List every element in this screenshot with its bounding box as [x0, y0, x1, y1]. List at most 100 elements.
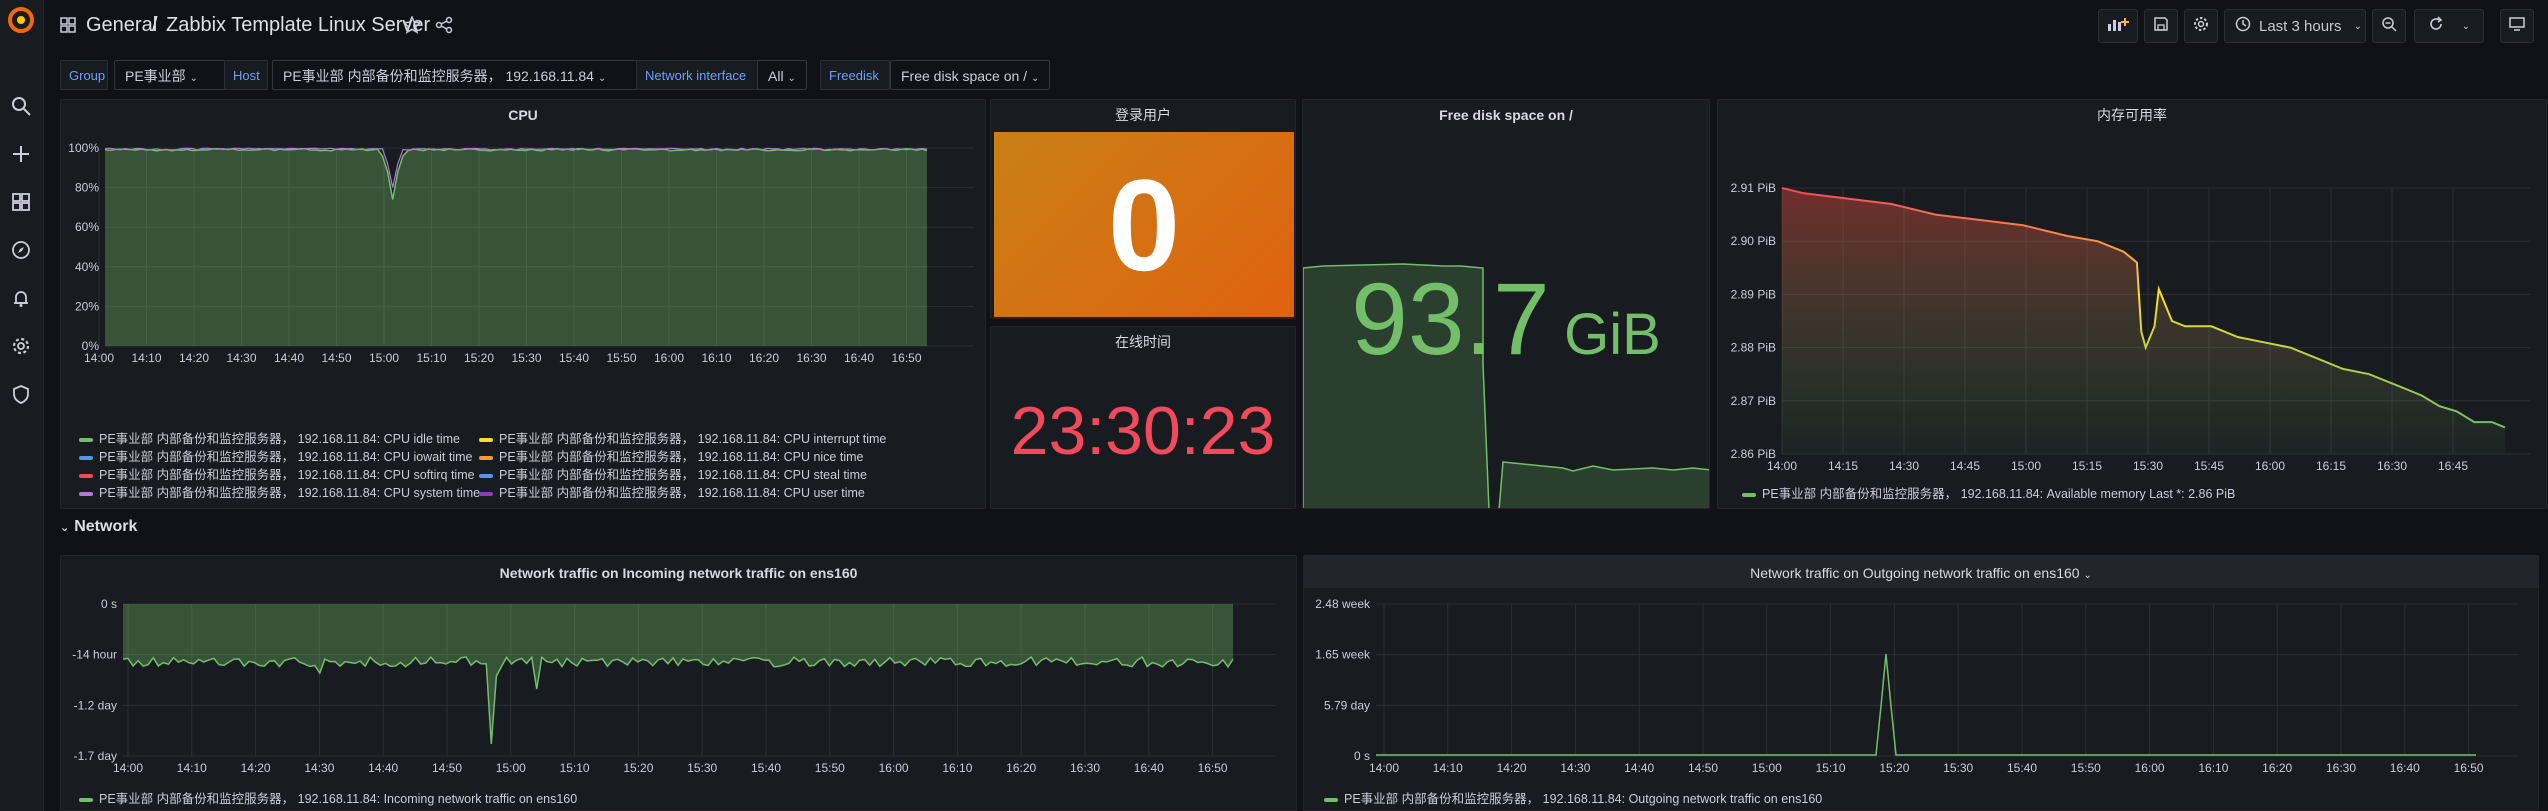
x-tick-label: 16:30	[796, 351, 826, 365]
x-tick-label: 16:30	[2326, 761, 2356, 775]
y-tick-label: -1.7 day	[74, 749, 117, 763]
legend-swatch	[479, 491, 493, 496]
explore-icon[interactable]	[10, 239, 32, 261]
legend-item[interactable]: PE事业部 内部备份和监控服务器， 192.168.11.84: CPU use…	[479, 482, 865, 501]
legend-item[interactable]: PE事业部 内部备份和监控服务器， 192.168.11.84: CPU sof…	[79, 464, 475, 483]
row-network[interactable]: ⌄ Network	[60, 518, 137, 536]
var-select-host[interactable]: PE事业部 内部备份和监控服务器， 192.168.11.84 ⌄	[272, 60, 680, 90]
memory-legend[interactable]: PE事业部 内部备份和监控服务器， 192.168.11.84: Availab…	[1742, 483, 2235, 502]
tv-mode-button[interactable]	[2500, 9, 2534, 43]
y-tick-label: 20%	[75, 299, 99, 313]
panel-title: CPU	[508, 107, 538, 123]
x-tick-label: 15:20	[1879, 761, 1909, 775]
dashboard-settings-button[interactable]	[2184, 9, 2218, 43]
y-tick-label: 0 s	[101, 597, 117, 611]
x-tick-label: 14:00	[84, 351, 114, 365]
panel-title: 登录用户	[1115, 107, 1171, 123]
legend-item[interactable]: PE事业部 内部备份和监控服务器， 192.168.11.84: CPU iow…	[79, 446, 473, 465]
panel-network-incoming[interactable]: Network traffic on Incoming network traf…	[60, 555, 1297, 811]
panel-title: 在线时间	[1115, 334, 1171, 350]
panel-cpu[interactable]: CPU 100% 80% 60% 40% 20% 0% 14:00 14:10 14:20 14:…	[60, 99, 986, 509]
x-tick-label: 16:20	[2262, 761, 2292, 775]
save-dashboard-button[interactable]	[2144, 9, 2178, 43]
legend-label: PE事业部 内部备份和监控服务器， 192.168.11.84: Incomin…	[99, 792, 578, 806]
x-tick-label: 16:30	[1070, 761, 1100, 775]
gear-icon	[2193, 16, 2209, 37]
panel-free-disk[interactable]: Free disk space on / 93.7 GiB	[1302, 99, 1710, 509]
share-icon[interactable]	[435, 16, 453, 39]
netout-legend[interactable]: PE事业部 内部备份和监控服务器， 192.168.11.84: Outgoin…	[1324, 788, 1822, 807]
x-tick-label: 14:45	[1950, 459, 1980, 473]
legend-swatch	[79, 437, 93, 442]
legend-label: PE事业部 内部备份和监控服务器， 192.168.11.84: CPU use…	[499, 486, 865, 500]
breadcrumb-folder[interactable]: General	[86, 14, 157, 37]
legend-swatch	[79, 473, 93, 478]
x-tick-label: 15:30	[511, 351, 541, 365]
stat-value-group: 93.7 GiB	[1303, 268, 1709, 370]
x-tick-label: 15:40	[751, 761, 781, 775]
star-icon[interactable]	[402, 15, 422, 39]
refresh-button-group[interactable]: ⌄	[2414, 9, 2484, 43]
netin-legend[interactable]: PE事业部 内部备份和监控服务器， 192.168.11.84: Incomin…	[79, 788, 577, 807]
legend-item[interactable]: PE事业部 内部备份和监控服务器， 192.168.11.84: CPU idl…	[79, 428, 460, 447]
y-tick-label: 40%	[75, 260, 99, 274]
stat-unit: GiB	[1564, 302, 1661, 367]
x-tick-label: 15:20	[623, 761, 653, 775]
y-tick-label: 2.87 PiB	[1731, 394, 1776, 408]
panel-logged-in-users[interactable]: 登录用户 0	[990, 99, 1296, 319]
legend-swatch	[79, 455, 93, 460]
refresh-icon[interactable]	[2428, 15, 2444, 37]
settings-icon[interactable]	[10, 335, 32, 357]
dashboards-icon[interactable]	[10, 191, 32, 213]
x-tick-label: 15:50	[2071, 761, 2101, 775]
y-tick-label: 2.90 PiB	[1731, 234, 1776, 248]
legend-item[interactable]: PE事业部 内部备份和监控服务器， 192.168.11.84: CPU nic…	[479, 446, 863, 465]
var-select-freedisk[interactable]: Free disk space on / ⌄	[890, 60, 1050, 90]
panel-network-outgoing[interactable]: Network traffic on Outgoing network traf…	[1303, 555, 2539, 811]
x-tick-label: 16:40	[2390, 761, 2420, 775]
alerting-icon[interactable]	[10, 287, 32, 309]
x-tick-label: 16:00	[2135, 761, 2165, 775]
dashboard-title[interactable]: Zabbix Template Linux Server	[166, 14, 430, 37]
zoom-out-button[interactable]	[2372, 9, 2406, 43]
x-tick-label: 14:20	[179, 351, 209, 365]
legend-swatch	[1324, 797, 1338, 802]
x-tick-label: 15:40	[559, 351, 589, 365]
var-select-network-interface[interactable]: All ⌄	[757, 60, 807, 90]
x-tick-label: 14:30	[1560, 761, 1590, 775]
x-tick-label: 16:50	[1198, 761, 1228, 775]
x-tick-label: 14:00	[1767, 459, 1797, 473]
y-tick-label: -14 hour	[72, 648, 117, 662]
add-panel-button[interactable]	[2098, 9, 2138, 43]
x-tick-label: 15:30	[687, 761, 717, 775]
y-tick-label: 2.89 PiB	[1731, 287, 1776, 301]
legend-item[interactable]: PE事业部 内部备份和监控服务器， 192.168.11.84: CPU sys…	[79, 482, 480, 501]
x-tick-label: 16:45	[2438, 459, 2468, 473]
zoom-out-icon	[2381, 16, 2397, 37]
legend-item[interactable]: PE事业部 内部备份和监控服务器， 192.168.11.84: CPU int…	[479, 428, 886, 447]
x-tick-label: 15:15	[2072, 459, 2102, 473]
legend-item[interactable]: PE事业部 内部备份和监控服务器， 192.168.11.84: CPU ste…	[479, 464, 867, 483]
grafana-logo-icon[interactable]	[7, 6, 35, 34]
search-icon[interactable]	[10, 95, 32, 117]
time-range-picker[interactable]: Last 3 hours ⌄	[2224, 9, 2366, 43]
refresh-interval-chevron-icon[interactable]: ⌄	[2462, 21, 2470, 32]
x-tick-label: 14:00	[1369, 761, 1399, 775]
x-tick-label: 14:30	[1889, 459, 1919, 473]
var-value-group: PE事业部	[125, 68, 186, 84]
panel-memory[interactable]: 内存可用率 2.91 PiB 2.90 PiB 2.89 PiB 2.88 PiB 2.…	[1717, 99, 2547, 509]
x-tick-label: 15:30	[1943, 761, 1973, 775]
var-value-network-interface: All	[768, 68, 784, 84]
chevron-down-icon: ⌄	[1030, 73, 1040, 84]
memory-chart: 2.91 PiB 2.90 PiB 2.89 PiB 2.88 PiB 2.87 PiB…	[1731, 181, 2530, 473]
plus-icon[interactable]	[10, 143, 32, 165]
shield-icon[interactable]	[10, 383, 32, 405]
x-tick-label: 14:40	[368, 761, 398, 775]
x-tick-label: 16:20	[749, 351, 779, 365]
x-tick-label: 14:40	[1624, 761, 1654, 775]
time-range-label: Last 3 hours	[2259, 17, 2342, 35]
x-tick-label: 14:30	[304, 761, 334, 775]
panel-uptime[interactable]: 在线时间 23:30:23	[990, 326, 1296, 509]
y-tick-label: 5.79 day	[1324, 698, 1370, 712]
clock-icon	[2235, 16, 2251, 37]
